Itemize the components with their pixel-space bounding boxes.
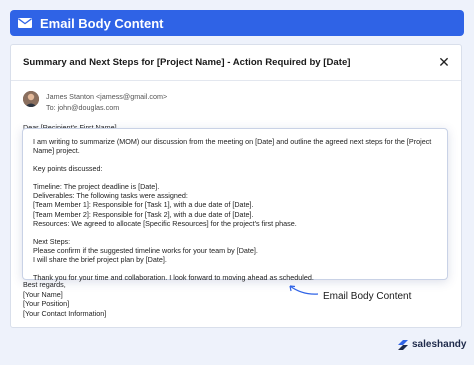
signoff-contact: [Your Contact Information] (23, 308, 107, 318)
close-button[interactable]: ✕ (437, 53, 451, 70)
signoff-block: Best regards, [Your Name] [Your Position… (23, 280, 106, 318)
body-line: Timeline: The project deadline is [Date]… (33, 182, 160, 192)
signoff-name: [Your Name] (23, 289, 63, 299)
signoff-position: [Your Position] (23, 299, 70, 308)
callout-label: Email Body Content (323, 291, 412, 302)
body-line: [Team Member 1]: Responsible for [Task 1… (33, 200, 254, 210)
callout-arrow-icon (289, 285, 319, 295)
body-line: Name] project. (33, 146, 80, 156)
header-bar: Email Body Content (0, 0, 474, 44)
saleshandy-logo-icon (398, 339, 408, 350)
body-line: Deliverables: The following tasks were a… (33, 191, 188, 201)
body-line: Key points discussed: (33, 164, 103, 174)
body-line: Thank you for your time and collaboratio… (33, 273, 314, 283)
sender-address: James Stanton <jamess@gmail.com> (46, 92, 168, 101)
avatar-image (23, 91, 39, 107)
body-line: [Team Member 2]: Responsible for [Task 2… (33, 209, 254, 219)
body-line: I am writing to summarize (MOM) our disc… (33, 137, 432, 146)
avatar (23, 91, 39, 107)
brand-name: saleshandy (412, 339, 467, 350)
body-line: Resources: We agreed to allocate [Specif… (33, 218, 297, 228)
brand-logo: saleshandy (398, 339, 466, 350)
close-icon: ✕ (438, 53, 450, 70)
mail-icon (18, 18, 32, 28)
divider (11, 80, 461, 81)
header-banner: Email Body Content (10, 10, 464, 36)
body-line: I will share the brief project plan by [… (33, 254, 167, 264)
header-title: Email Body Content (40, 15, 164, 31)
body-line: Next Steps: (33, 236, 71, 246)
email-body-box: I am writing to summarize (MOM) our disc… (22, 128, 448, 283)
body-line: Please confirm if the suggested timeline… (33, 245, 258, 255)
email-subject: Summary and Next Steps for [Project Name… (23, 57, 351, 68)
recipient-address: To: john@douglas.com (46, 103, 120, 112)
